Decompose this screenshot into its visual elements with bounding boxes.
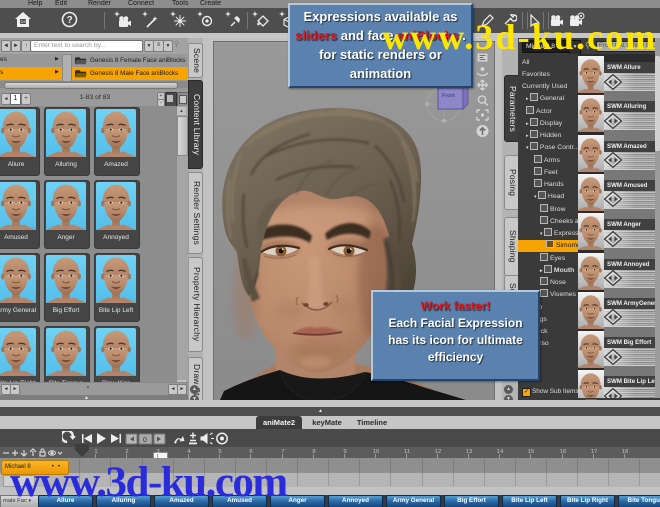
svg-text:DS: DS (21, 19, 27, 24)
svg-text:Front: Front (442, 93, 455, 99)
svg-text:?: ? (67, 15, 73, 26)
svg-text:0: 0 (143, 437, 147, 444)
